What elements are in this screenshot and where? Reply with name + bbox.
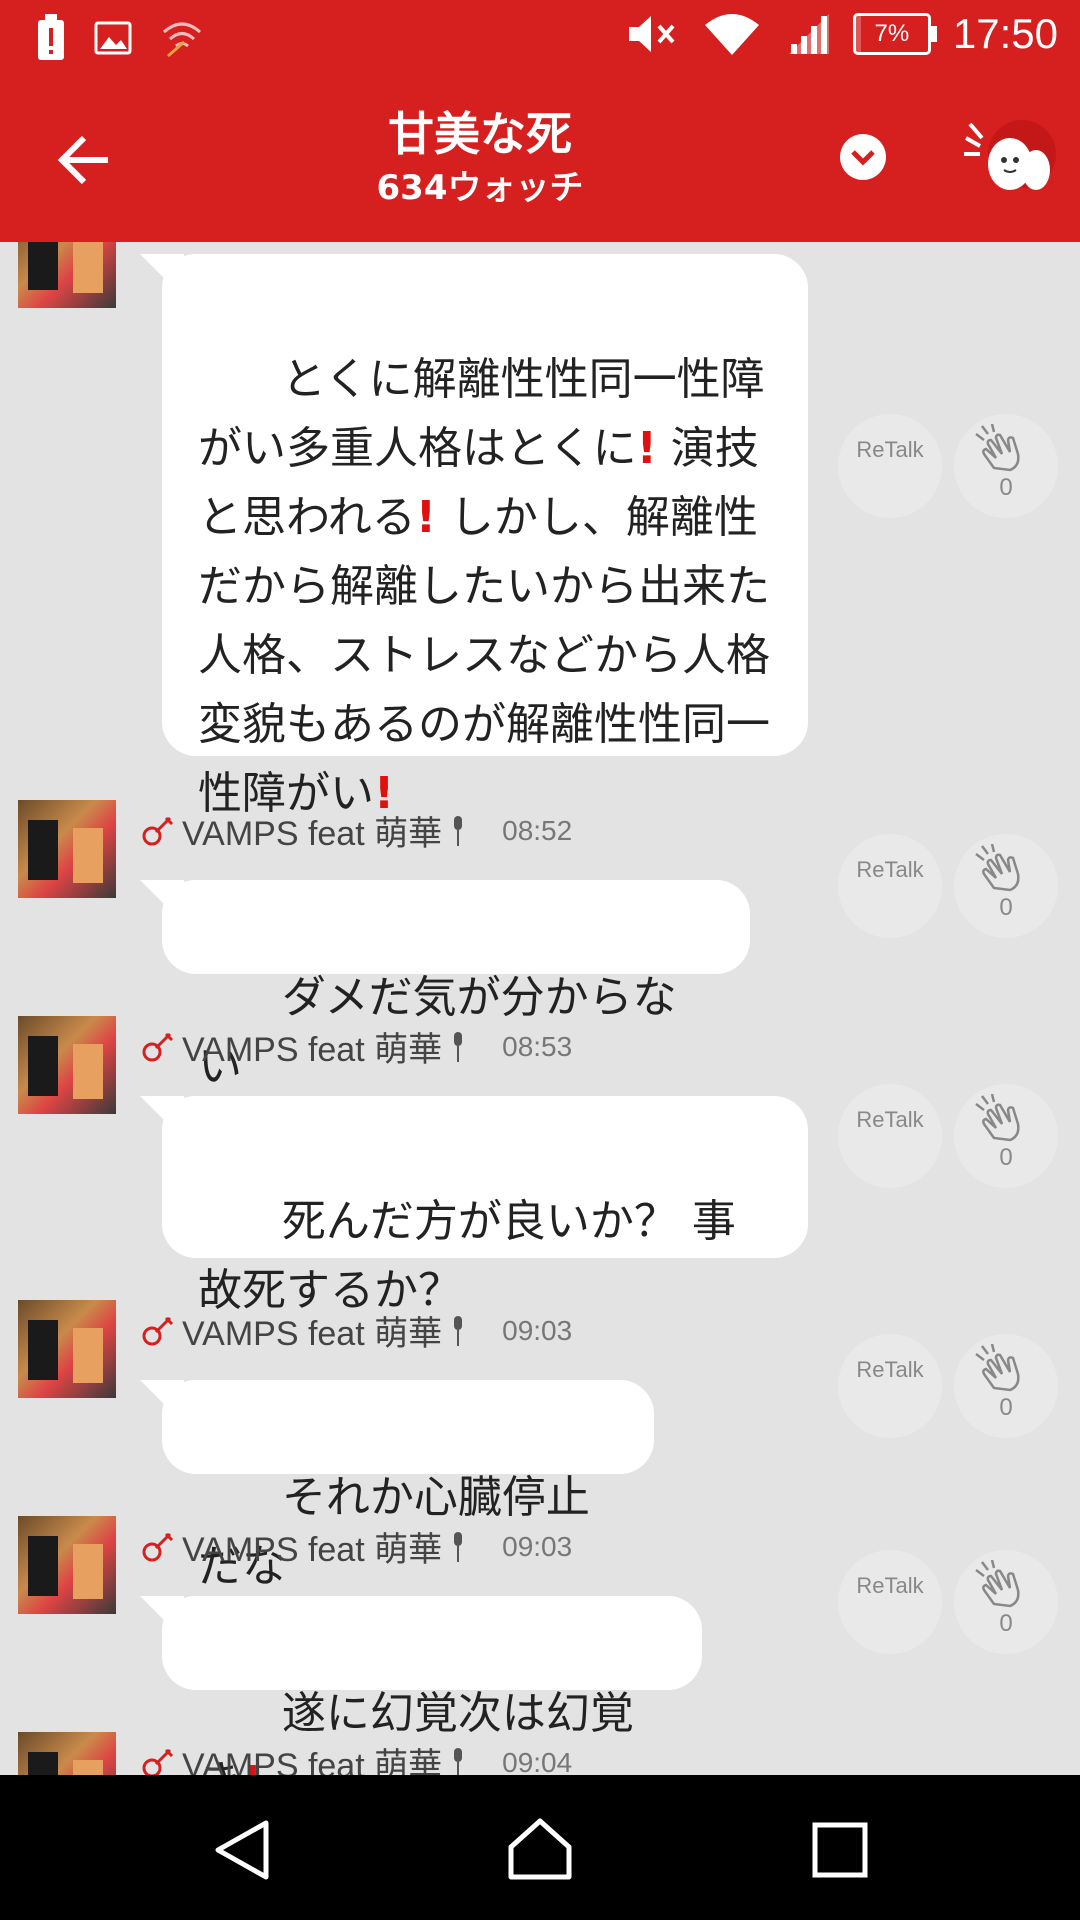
retalk-button[interactable]: ReTalk bbox=[838, 1334, 942, 1438]
message-meta: VAMPS feat 萌華 09:03 bbox=[140, 1522, 572, 1571]
guitar-icon bbox=[142, 1316, 174, 1345]
battery-level: 7% bbox=[874, 20, 910, 47]
watch-count: 634ウォッチ bbox=[376, 168, 584, 208]
retalk-button[interactable]: ReTalk bbox=[838, 1084, 942, 1188]
message-bubble[interactable]: とくに解離性性同一性障がい多重人格はとくに! 演技と思われる! しかし、解離性だ… bbox=[162, 254, 808, 819]
message-meta: VAMPS feat 萌華 08:52 bbox=[140, 806, 572, 855]
message-bubble[interactable]: 死んだ方が良いか？ 事故死するか？ bbox=[162, 1096, 808, 1316]
microphone-icon bbox=[454, 1747, 463, 1775]
message-time: 09:03 bbox=[502, 1314, 573, 1346]
home-nav-icon[interactable] bbox=[505, 1815, 575, 1885]
retalk-label: ReTalk bbox=[856, 1107, 924, 1132]
clap-count: 0 bbox=[999, 1144, 1013, 1171]
guitar-icon bbox=[142, 1748, 174, 1775]
avatar[interactable] bbox=[18, 1016, 116, 1114]
wifi-off-icon bbox=[163, 22, 201, 58]
clap-icon bbox=[975, 844, 1020, 892]
clap-count: 0 bbox=[999, 894, 1013, 921]
dropdown-button[interactable] bbox=[840, 134, 886, 180]
message-text: とくに解離性性同一性障がい多重人格はとくに! 演技と思われる! しかし、解離性だ… bbox=[198, 354, 770, 819]
clap-button[interactable]: 0 bbox=[954, 414, 1058, 518]
microphone-icon bbox=[454, 1315, 463, 1346]
avatar[interactable] bbox=[18, 1516, 116, 1614]
message-time: 08:53 bbox=[502, 1030, 573, 1062]
message-bubble[interactable]: 遂に幻覚次は幻覚き! bbox=[162, 1596, 702, 1775]
exclamation-icon: ! bbox=[415, 492, 436, 543]
back-nav-icon[interactable] bbox=[208, 1815, 278, 1885]
guitar-icon bbox=[142, 1032, 174, 1061]
username[interactable]: VAMPS feat 萌華 bbox=[182, 1022, 442, 1071]
microphone-icon bbox=[454, 1031, 463, 1062]
room-title: 甘美な死 bbox=[388, 107, 572, 161]
username[interactable]: VAMPS feat 萌華 bbox=[182, 1306, 442, 1355]
clap-button[interactable]: 0 bbox=[954, 834, 1058, 938]
navigation-bar bbox=[0, 1775, 1080, 1920]
guitar-icon bbox=[142, 1532, 174, 1561]
retalk-button[interactable]: ReTalk bbox=[838, 834, 942, 938]
avatar[interactable] bbox=[18, 1732, 116, 1775]
retalk-label: ReTalk bbox=[856, 1357, 924, 1382]
avatar[interactable] bbox=[18, 800, 116, 898]
clap-icon bbox=[975, 1094, 1020, 1142]
battery-indicator: 7% bbox=[852, 13, 937, 55]
mute-icon bbox=[628, 16, 675, 52]
message-meta: VAMPS feat 萌華 09:03 bbox=[140, 1306, 572, 1355]
clap-count: 0 bbox=[999, 474, 1013, 501]
retalk-label: ReTalk bbox=[856, 1573, 924, 1598]
battery-alert-icon bbox=[38, 14, 64, 60]
username[interactable]: VAMPS feat 萌華 bbox=[182, 1738, 442, 1775]
message-meta: VAMPS feat 萌華 08:53 bbox=[140, 1022, 572, 1071]
clap-button[interactable]: 0 bbox=[954, 1084, 1058, 1188]
wifi-icon bbox=[704, 14, 759, 55]
clap-count: 0 bbox=[999, 1610, 1013, 1637]
message-bubble[interactable]: それか心臓停止だな bbox=[162, 1380, 654, 1592]
username[interactable]: VAMPS feat 萌華 bbox=[182, 1522, 442, 1571]
message-time: 09:03 bbox=[502, 1530, 573, 1562]
clap-button[interactable]: 0 bbox=[954, 1334, 1058, 1438]
status-bar: 7% 17:50 bbox=[0, 0, 1080, 78]
message-time: 08:52 bbox=[502, 814, 573, 846]
message-time: 09:04 bbox=[502, 1746, 573, 1776]
avatar[interactable] bbox=[18, 242, 116, 308]
avatar[interactable] bbox=[18, 1300, 116, 1398]
message-meta: VAMPS feat 萌華 09:04 bbox=[140, 1738, 572, 1775]
message-bubble[interactable]: ダメだ気が分からない bbox=[162, 880, 750, 1148]
clap-icon bbox=[975, 1560, 1020, 1608]
retalk-label: ReTalk bbox=[856, 857, 924, 882]
retalk-label: ReTalk bbox=[856, 437, 924, 462]
message-text: 死んだ方が良いか？ 事故死するか？ bbox=[198, 1196, 736, 1316]
recents-nav-icon[interactable] bbox=[805, 1815, 875, 1885]
chat-list[interactable]: とくに解離性性同一性障がい多重人格はとくに! 演技と思われる! しかし、解離性だ… bbox=[0, 242, 1080, 1775]
exclamation-icon: ! bbox=[636, 423, 657, 474]
retalk-button[interactable]: ReTalk bbox=[838, 1550, 942, 1654]
image-icon bbox=[94, 21, 132, 55]
clap-button[interactable]: 0 bbox=[954, 1550, 1058, 1654]
signal-icon bbox=[788, 14, 829, 54]
clap-count: 0 bbox=[999, 1394, 1013, 1421]
mascot-icon[interactable] bbox=[960, 114, 1056, 206]
microphone-icon bbox=[454, 815, 463, 846]
app-bar: 甘美な死 634ウォッチ bbox=[0, 78, 1080, 242]
guitar-icon bbox=[142, 816, 174, 845]
clap-icon bbox=[975, 1344, 1020, 1392]
microphone-icon bbox=[454, 1531, 463, 1562]
clock: 17:50 bbox=[952, 10, 1058, 57]
username[interactable]: VAMPS feat 萌華 bbox=[182, 806, 442, 855]
retalk-button[interactable]: ReTalk bbox=[838, 414, 942, 518]
chevron-down-icon bbox=[851, 150, 875, 166]
clap-icon bbox=[975, 424, 1020, 472]
